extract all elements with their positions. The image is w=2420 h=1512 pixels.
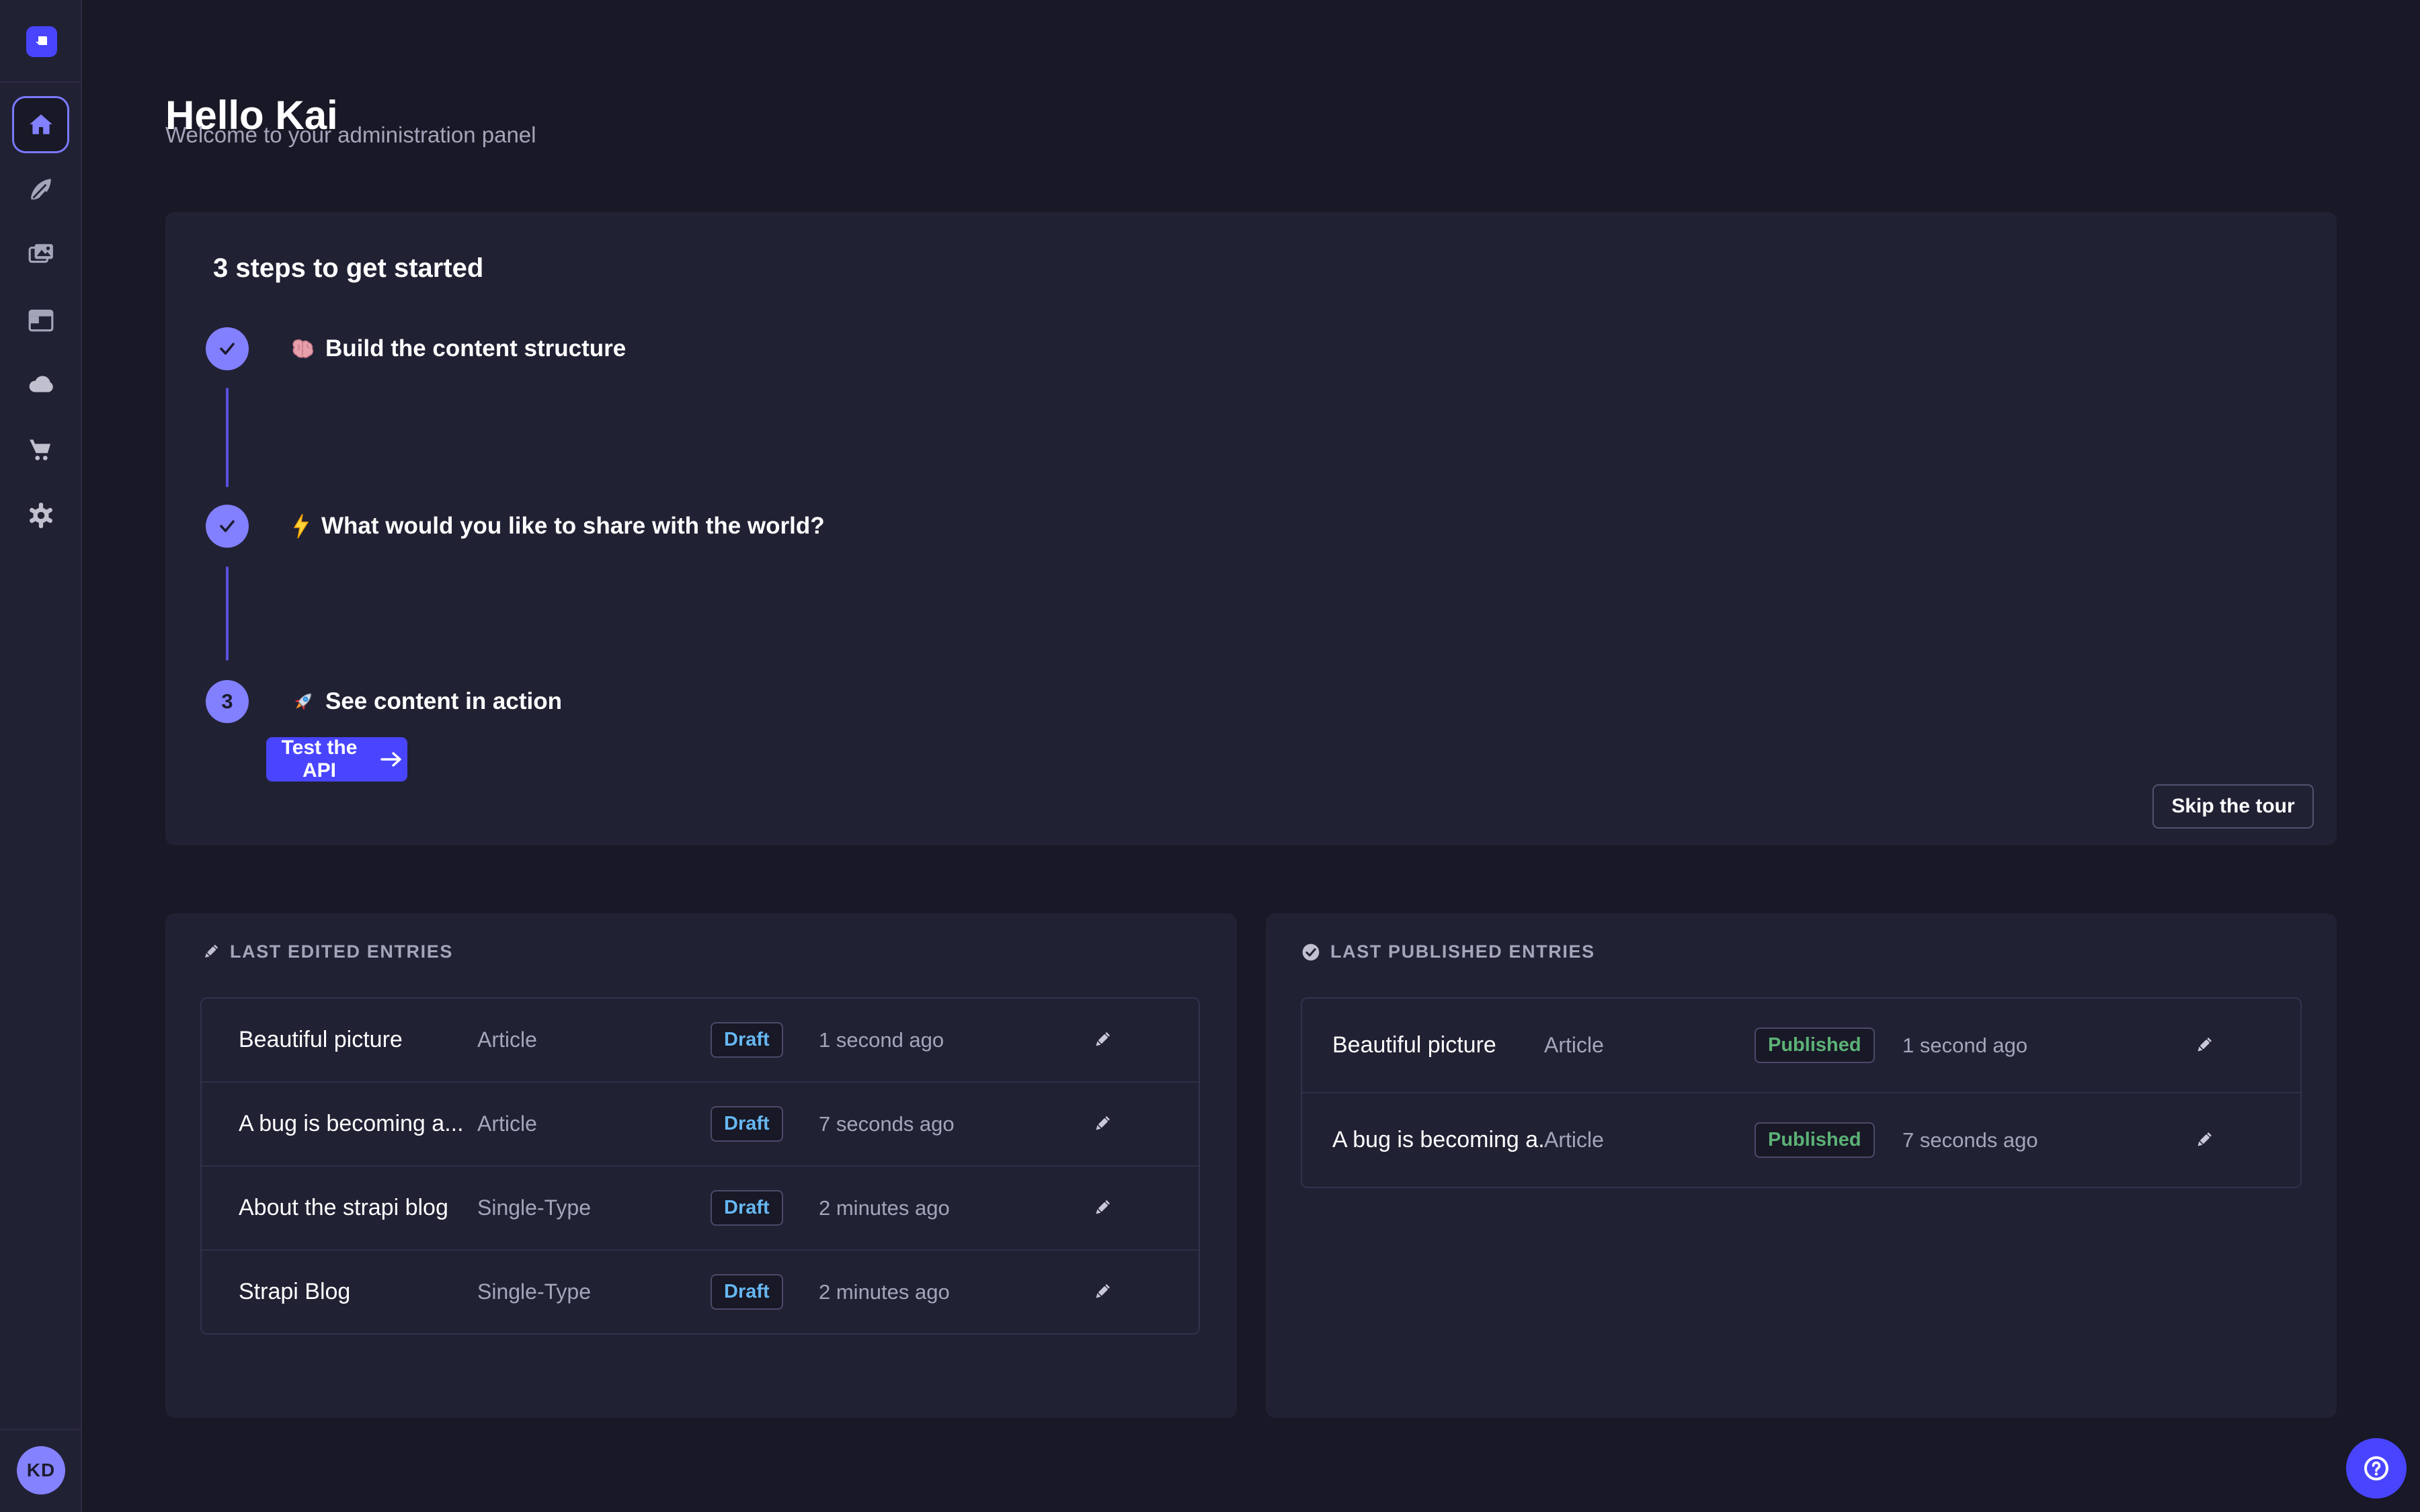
last-published-panel: LAST PUBLISHED ENTRIES Beautiful picture… [1266, 913, 2337, 1418]
table-row[interactable]: A bug is becoming a... Article Published… [1302, 1093, 2300, 1187]
last-published-table: Beautiful picture Article Published 1 se… [1301, 997, 2302, 1188]
entry-type: Article [1544, 1033, 1755, 1058]
status-badge: Draft [711, 1190, 783, 1226]
sidebar-divider-bottom [0, 1429, 81, 1430]
check-icon [216, 515, 239, 538]
sidebar-item-content-manager[interactable] [0, 166, 82, 213]
entries-panels: LAST EDITED ENTRIES Beautiful picture Ar… [165, 913, 2337, 1418]
last-published-title: LAST PUBLISHED ENTRIES [1330, 941, 1595, 962]
entry-type: Article [477, 1111, 711, 1136]
check-circle-icon [1301, 942, 1321, 962]
entry-name: A bug is becoming a... [1302, 1127, 1544, 1153]
arrow-right-icon [379, 751, 403, 768]
entry-name: About the strapi blog [202, 1195, 477, 1221]
table-row[interactable]: Strapi Blog Single-Type Draft 2 minutes … [202, 1251, 1199, 1333]
entry-type: Article [1544, 1128, 1755, 1152]
status-badge: Draft [711, 1022, 783, 1058]
help-button[interactable] [2346, 1438, 2407, 1499]
rocket-emoji-icon [290, 689, 316, 714]
entry-name: A bug is becoming a... [202, 1111, 477, 1137]
question-circle-icon [2359, 1451, 2394, 1486]
entry-name: Beautiful picture [1302, 1032, 1544, 1058]
step-1-marker [206, 327, 249, 370]
gear-icon [27, 501, 55, 530]
onboarding-card: 3 steps to get started Build the content… [165, 212, 2337, 845]
entry-time: 1 second ago [1902, 1034, 2189, 1058]
skip-tour-label: Skip the tour [2171, 795, 2294, 818]
step-3-label: See content in action [325, 688, 562, 715]
step-3-label-row: See content in action [290, 680, 562, 723]
cart-icon [27, 436, 55, 464]
check-icon [216, 337, 239, 360]
edit-entry-button[interactable] [1087, 1193, 1117, 1223]
entry-time: 1 second ago [819, 1028, 1087, 1052]
entry-time: 2 minutes ago [819, 1196, 1087, 1220]
step-3-marker: 3 [206, 680, 249, 723]
status-badge: Draft [711, 1106, 783, 1142]
cloud-icon [26, 370, 56, 400]
step-3-number: 3 [221, 689, 233, 714]
last-edited-title: LAST EDITED ENTRIES [230, 941, 453, 962]
brain-emoji-icon [290, 336, 316, 362]
user-avatar[interactable]: KD [17, 1446, 65, 1495]
strapi-logo[interactable] [26, 26, 57, 57]
entry-type: Article [477, 1027, 711, 1052]
edit-entry-button[interactable] [1087, 1109, 1117, 1139]
step-2-label-row: What would you like to share with the wo… [290, 505, 825, 548]
entry-name: Strapi Blog [202, 1279, 477, 1305]
sidebar-item-home[interactable] [12, 96, 69, 153]
step-1-label-row: Build the content structure [290, 327, 626, 370]
status-badge: Published [1755, 1027, 1875, 1063]
entry-name: Beautiful picture [202, 1027, 477, 1053]
sidebar-item-settings[interactable] [0, 492, 82, 539]
entry-type: Single-Type [477, 1195, 711, 1220]
table-row[interactable]: Beautiful picture Article Published 1 se… [1302, 999, 2300, 1093]
edit-entry-button[interactable] [2189, 1126, 2218, 1155]
last-edited-table: Beautiful picture Article Draft 1 second… [200, 997, 1200, 1335]
sidebar-divider-top [0, 81, 81, 83]
sidebar: KD [0, 0, 82, 1512]
entry-type: Single-Type [477, 1279, 711, 1304]
step-connector-2 [226, 566, 229, 661]
media-library-icon [27, 240, 55, 268]
entry-time: 7 seconds ago [819, 1112, 1087, 1136]
step-2-label: What would you like to share with the wo… [321, 513, 825, 540]
sidebar-item-marketplace[interactable] [0, 427, 82, 474]
entry-time: 7 seconds ago [1902, 1128, 2189, 1152]
layout-icon [27, 306, 55, 335]
skip-tour-button[interactable]: Skip the tour [2152, 784, 2314, 829]
pencil-icon [200, 942, 220, 962]
sidebar-item-content-type-builder[interactable] [0, 297, 82, 344]
sidebar-item-deploy[interactable] [0, 362, 82, 409]
test-api-label: Test the API [270, 737, 368, 782]
strapi-logo-icon [32, 32, 52, 52]
step-1-label: Build the content structure [325, 335, 626, 362]
entry-time: 2 minutes ago [819, 1280, 1087, 1304]
page-subtitle: Welcome to your administration panel [165, 122, 536, 148]
last-edited-panel: LAST EDITED ENTRIES Beautiful picture Ar… [165, 913, 1237, 1418]
edit-entry-button[interactable] [2189, 1031, 2218, 1060]
step-2-marker [206, 505, 249, 548]
feather-icon [27, 175, 55, 204]
test-api-button[interactable]: Test the API [266, 737, 407, 782]
onboarding-title: 3 steps to get started [213, 253, 483, 284]
last-edited-header: LAST EDITED ENTRIES [200, 941, 453, 962]
step-connector-1 [226, 388, 229, 487]
table-row[interactable]: A bug is becoming a... Article Draft 7 s… [202, 1083, 1199, 1167]
table-row[interactable]: About the strapi blog Single-Type Draft … [202, 1167, 1199, 1251]
edit-entry-button[interactable] [1087, 1277, 1117, 1307]
table-row[interactable]: Beautiful picture Article Draft 1 second… [202, 999, 1199, 1083]
status-badge: Draft [711, 1274, 783, 1310]
last-published-header: LAST PUBLISHED ENTRIES [1301, 941, 1595, 962]
sidebar-item-media-library[interactable] [0, 230, 82, 278]
edit-entry-button[interactable] [1087, 1025, 1117, 1055]
user-initials: KD [27, 1460, 55, 1481]
status-badge: Published [1755, 1122, 1875, 1158]
home-icon [26, 110, 56, 140]
lightning-emoji-icon [290, 513, 312, 539]
